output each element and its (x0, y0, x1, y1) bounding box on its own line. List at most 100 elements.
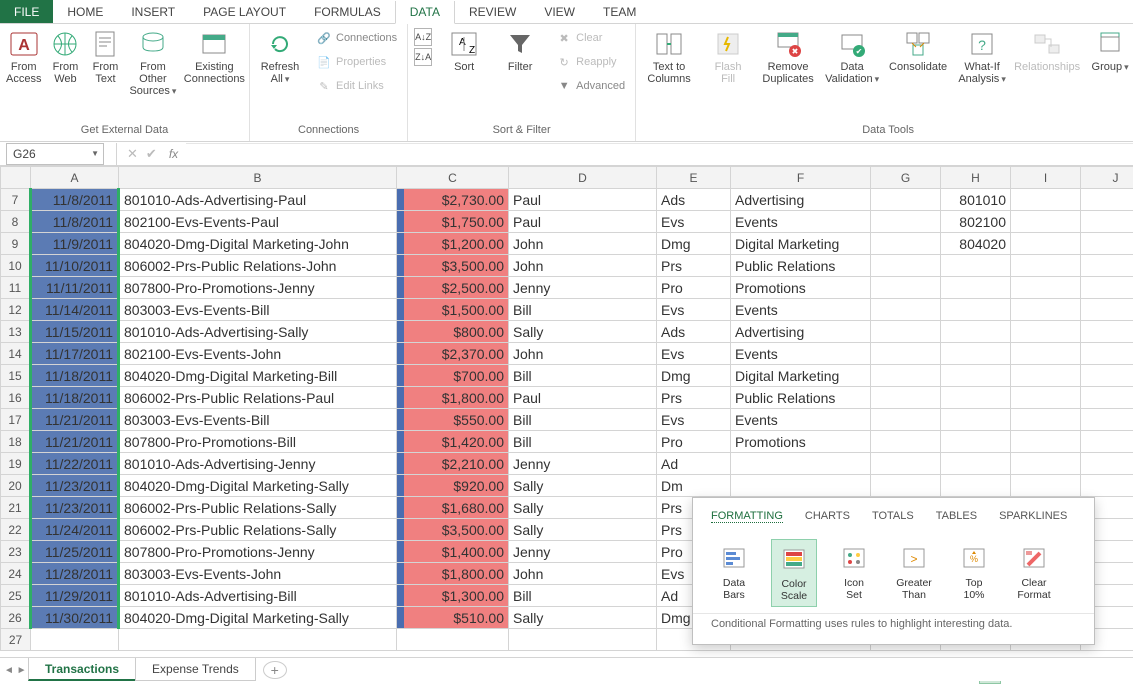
properties-button[interactable]: 📄Properties (312, 52, 401, 72)
row-header[interactable]: 11 (1, 277, 31, 299)
table-row[interactable]: 711/8/2011801010-Ads-Advertising-Paul$2,… (1, 189, 1133, 211)
cell[interactable] (1011, 255, 1081, 277)
group-button[interactable]: Group (1086, 28, 1133, 73)
cell-date[interactable]: 11/21/2011 (31, 409, 119, 431)
row-header[interactable]: 18 (1, 431, 31, 453)
cell-e[interactable]: Dm (657, 475, 731, 497)
text-to-columns-button[interactable]: Text to Columns (642, 28, 696, 85)
ribbon-tab-file[interactable]: FILE (0, 0, 53, 23)
consolidate-button[interactable]: Consolidate (888, 28, 948, 73)
cell[interactable] (1081, 475, 1133, 497)
ribbon-tab-data[interactable]: DATA (395, 1, 455, 24)
table-row[interactable]: 2011/23/2011804020-Dmg-Digital Marketing… (1, 475, 1133, 497)
cell-desc[interactable]: 804020-Dmg-Digital Marketing-Bill (119, 365, 397, 387)
from-text-button[interactable]: From Text (89, 28, 121, 85)
table-row[interactable]: 811/8/2011802100-Evs-Events-Paul$1,750.0… (1, 211, 1133, 233)
cell-desc[interactable]: 807800-Pro-Promotions-Bill (119, 431, 397, 453)
cell-date[interactable]: 11/18/2011 (31, 365, 119, 387)
cell-desc[interactable]: 806002-Prs-Public Relations-John (119, 255, 397, 277)
cell-g[interactable] (871, 211, 941, 233)
cell[interactable] (1011, 453, 1081, 475)
row-header[interactable]: 9 (1, 233, 31, 255)
cell-g[interactable] (871, 299, 941, 321)
qa-tab-formatting[interactable]: FORMATTING (711, 510, 783, 523)
ribbon-tab-insert[interactable]: INSERT (117, 0, 189, 23)
cell-amount[interactable]: $1,800.00 (397, 563, 509, 585)
cell[interactable] (1011, 211, 1081, 233)
column-header-A[interactable]: A (31, 167, 119, 189)
row-header[interactable]: 13 (1, 321, 31, 343)
cell-date[interactable]: 11/10/2011 (31, 255, 119, 277)
cell-date[interactable]: 11/8/2011 (31, 211, 119, 233)
qa-item-icon-set[interactable]: Icon Set (831, 539, 877, 607)
row-header[interactable]: 12 (1, 299, 31, 321)
row-header[interactable]: 16 (1, 387, 31, 409)
refresh-all-button[interactable]: Refresh All (256, 28, 304, 85)
cell-f[interactable] (731, 475, 871, 497)
cell-amount[interactable]: $800.00 (397, 321, 509, 343)
cell-who[interactable]: Sally (509, 475, 657, 497)
cell-amount[interactable]: $2,370.00 (397, 343, 509, 365)
cell-h[interactable] (941, 453, 1011, 475)
cell-date[interactable]: 11/17/2011 (31, 343, 119, 365)
qa-item-top-10%[interactable]: %Top 10% (951, 539, 997, 607)
cell-desc[interactable]: 801010-Ads-Advertising-Bill (119, 585, 397, 607)
cell-amount[interactable]: $1,300.00 (397, 585, 509, 607)
ribbon-tab-formulas[interactable]: FORMULAS (300, 0, 395, 23)
cell-g[interactable] (871, 277, 941, 299)
cell-desc[interactable]: 804020-Dmg-Digital Marketing-Sally (119, 475, 397, 497)
cell-date[interactable]: 11/29/2011 (31, 585, 119, 607)
fx-button[interactable]: fx (169, 147, 178, 161)
cell-amount[interactable]: $2,210.00 (397, 453, 509, 475)
cell-h[interactable]: 804020 (941, 233, 1011, 255)
cell-amount[interactable]: $700.00 (397, 365, 509, 387)
table-row[interactable]: 1811/21/2011807800-Pro-Promotions-Bill$1… (1, 431, 1133, 453)
cell-e[interactable]: Dmg (657, 365, 731, 387)
cell-desc[interactable]: 807800-Pro-Promotions-Jenny (119, 277, 397, 299)
cell[interactable] (1081, 431, 1133, 453)
row-header[interactable]: 7 (1, 189, 31, 211)
ribbon-tab-page-layout[interactable]: PAGE LAYOUT (189, 0, 300, 23)
cell-desc[interactable]: 806002-Prs-Public Relations-Sally (119, 497, 397, 519)
column-header-J[interactable]: J (1081, 167, 1133, 189)
table-row[interactable]: 1911/22/2011801010-Ads-Advertising-Jenny… (1, 453, 1133, 475)
cell-who[interactable]: John (509, 343, 657, 365)
ribbon-tab-home[interactable]: HOME (53, 0, 117, 23)
cell-e[interactable]: Ads (657, 321, 731, 343)
cell-g[interactable] (871, 409, 941, 431)
cell-e[interactable]: Ads (657, 189, 731, 211)
row-header[interactable]: 17 (1, 409, 31, 431)
cell-amount[interactable]: $2,500.00 (397, 277, 509, 299)
cell-g[interactable] (871, 255, 941, 277)
cell-amount[interactable]: $920.00 (397, 475, 509, 497)
qa-tab-sparklines[interactable]: SPARKLINES (999, 510, 1067, 523)
sheet-tab-expense-trends[interactable]: Expense Trends (135, 658, 256, 681)
advanced-button[interactable]: ▼Advanced (552, 76, 629, 96)
qa-tab-totals[interactable]: TOTALS (872, 510, 914, 523)
cell[interactable] (1011, 189, 1081, 211)
table-row[interactable]: 1711/21/2011803003-Evs-Events-Bill$550.0… (1, 409, 1133, 431)
cell-date[interactable]: 11/15/2011 (31, 321, 119, 343)
cell-who[interactable]: Jenny (509, 453, 657, 475)
existing-connections-button[interactable]: Existing Connections (184, 28, 244, 85)
cell-desc[interactable]: 801010-Ads-Advertising-Jenny (119, 453, 397, 475)
column-header-D[interactable]: D (509, 167, 657, 189)
from-other-sources-button[interactable]: From Other Sources (129, 28, 176, 97)
cell-g[interactable] (871, 189, 941, 211)
cell-g[interactable] (871, 365, 941, 387)
row-header[interactable]: 8 (1, 211, 31, 233)
cell-e[interactable]: Evs (657, 409, 731, 431)
cell-date[interactable]: 11/30/2011 (31, 607, 119, 629)
cell-f[interactable]: Promotions (731, 431, 871, 453)
row-header[interactable]: 20 (1, 475, 31, 497)
table-row[interactable]: 911/9/2011804020-Dmg-Digital Marketing-J… (1, 233, 1133, 255)
sort-az-za-buttons[interactable]: A↓Z Z↓A (414, 28, 432, 66)
cell-who[interactable]: Bill (509, 431, 657, 453)
cell-amount[interactable]: $1,800.00 (397, 387, 509, 409)
cell-who[interactable]: Sally (509, 607, 657, 629)
cell[interactable] (1011, 475, 1081, 497)
data-validation-button[interactable]: ✔ Data Validation (824, 28, 880, 85)
cell-who[interactable]: Paul (509, 211, 657, 233)
table-row[interactable]: 1511/18/2011804020-Dmg-Digital Marketing… (1, 365, 1133, 387)
cell-who[interactable]: Bill (509, 585, 657, 607)
